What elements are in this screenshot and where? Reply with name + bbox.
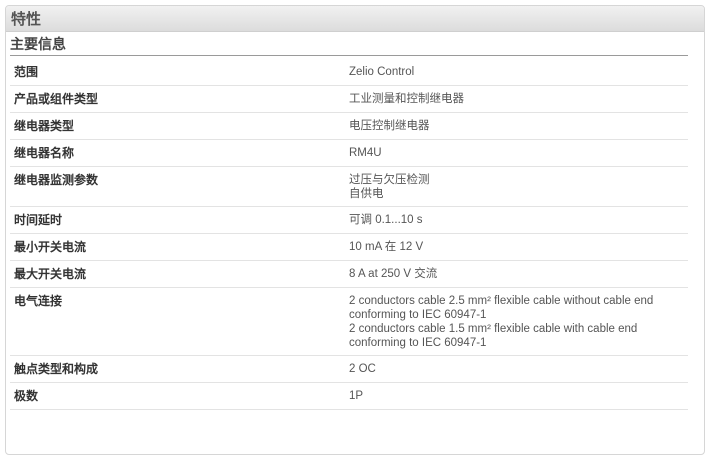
spec-value-line: 过压与欠压检测 — [349, 174, 430, 186]
spec-value-line: 8 A at 250 V 交流 — [349, 268, 438, 280]
spec-row: 最小开关电流 10 mA 在 12 V — [10, 234, 688, 261]
spec-value-line: 自供电 — [349, 188, 384, 200]
spec-label: 时间延时 — [14, 213, 63, 227]
section-divider — [10, 55, 688, 56]
spec-row: 触点类型和构成 2 OC — [10, 356, 688, 383]
spec-table: 范围 Zelio Control 产品或组件类型 工业测量和控制继电器继电器类型 电压控… — [10, 59, 688, 410]
spec-label: 继电器名称 — [14, 146, 75, 160]
spec-row: 范围 Zelio Control — [10, 59, 688, 86]
spec-row: 极数 1P — [10, 383, 688, 410]
spec-value-line: Zelio Control — [349, 66, 415, 78]
spec-value-line: 可调 0.1...10 s — [349, 214, 423, 226]
spec-label: 电气连接 — [14, 294, 63, 308]
spec-value: 2 conductors cable 2.5 mm² flexible cabl… — [349, 294, 688, 350]
spec-value-line: 2 OC — [349, 363, 376, 375]
spec-label: 触点类型和构成 — [14, 362, 99, 376]
spec-value-line: 2 conductors cable 1.5 mm² flexible cabl… — [349, 323, 638, 335]
spec-row: 电气连接 2 conductors cable 2.5 mm² flexible … — [10, 288, 688, 356]
spec-value-line: conforming to IEC 60947-1 — [349, 309, 487, 321]
spec-value: RM4U — [349, 146, 688, 161]
spec-value: 8 A at 250 V 交流 — [349, 267, 688, 282]
spec-value: 可调 0.1...10 s — [349, 213, 688, 228]
spec-label: 最大开关电流 — [14, 267, 87, 281]
spec-label: 继电器监测参数 — [14, 173, 99, 187]
spec-value-line: 1P — [349, 390, 364, 402]
spec-label: 产品或组件类型 — [14, 92, 99, 106]
spec-row: 继电器监测参数 过压与欠压检测 自供电 — [10, 167, 688, 207]
spec-value-line: 电压控制继电器 — [349, 120, 430, 132]
spec-value-line: conforming to IEC 60947-1 — [349, 337, 487, 349]
spec-row: 最大开关电流 8 A at 250 V 交流 — [10, 261, 688, 288]
spec-row: 产品或组件类型 工业测量和控制继电器 — [10, 86, 688, 113]
spec-label: 最小开关电流 — [14, 240, 87, 254]
section-title-main-info: 主要信息 — [10, 37, 66, 53]
spec-label: 继电器类型 — [14, 119, 75, 133]
spec-value: 过压与欠压检测 自供电 — [349, 173, 688, 201]
spec-row: 时间延时 可调 0.1...10 s — [10, 207, 688, 234]
spec-row: 继电器类型 电压控制继电器 — [10, 113, 688, 140]
spec-value: 2 OC — [349, 362, 688, 377]
spec-value: 工业测量和控制继电器 — [349, 92, 688, 107]
spec-value: 电压控制继电器 — [349, 119, 688, 134]
spec-value-line: 2 conductors cable 2.5 mm² flexible cabl… — [349, 295, 654, 307]
spec-value-line: 10 mA 在 12 V — [349, 241, 424, 253]
spec-value: Zelio Control — [349, 65, 688, 80]
spec-value: 1P — [349, 389, 688, 404]
spec-label: 极数 — [14, 389, 39, 403]
spec-value-line: RM4U — [349, 147, 382, 159]
spec-label: 范围 — [14, 65, 39, 79]
spec-value-line: 工业测量和控制继电器 — [349, 93, 464, 105]
spec-row: 继电器名称 RM4U — [10, 140, 688, 167]
panel-header-title: 特性 — [6, 6, 704, 32]
spec-value: 10 mA 在 12 V — [349, 240, 688, 255]
